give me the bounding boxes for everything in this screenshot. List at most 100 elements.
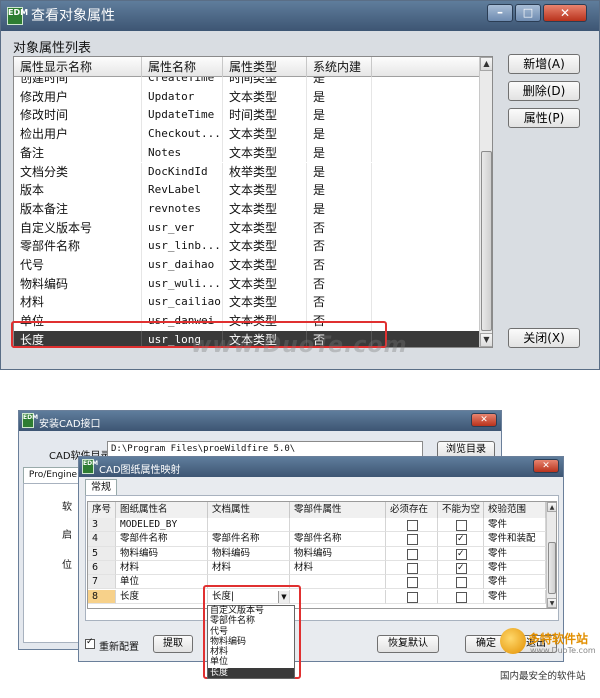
must-exist-checkbox[interactable] (407, 577, 418, 589)
not-null-cell[interactable] (438, 532, 484, 547)
dropdown-option[interactable]: 代号 (208, 627, 294, 637)
cell-part[interactable]: 零部件名称 (290, 532, 386, 547)
doc-attr-dropdown-list[interactable]: 自定义版本号 零部件名称 代号 物料编码 材料 单位 长度 (207, 605, 295, 679)
not-null-checkbox[interactable] (456, 520, 467, 531)
cell-name[interactable]: 零部件名称 (116, 532, 208, 547)
list-row[interactable]: 修改时间 UpdateTime 时间类型是 (14, 106, 479, 126)
title-bar-2[interactable]: EDM 安装CAD接口 ✕ (19, 411, 501, 431)
not-null-checkbox[interactable] (456, 561, 467, 574)
not-null-checkbox[interactable] (456, 577, 467, 589)
list-row[interactable]: 零部件名称 usr_linb... 文本类型否 (14, 237, 479, 256)
must-exist-checkbox[interactable] (407, 562, 418, 574)
maximize-button[interactable]: □ (515, 4, 541, 22)
vertical-scrollbar[interactable]: ▲ ▼ (479, 57, 492, 347)
restore-default-button[interactable]: 恢复默认 (377, 635, 439, 653)
tab-pro-engineer[interactable]: Pro/Engine (23, 467, 83, 483)
title-bar[interactable]: EDM 查看对象属性 – □ ✕ (1, 1, 599, 31)
not-null-checkbox[interactable] (456, 532, 467, 546)
col-display-name[interactable]: 属性显示名称 (14, 57, 142, 77)
col-attr-name[interactable]: 属性名称 (142, 57, 223, 77)
not-null-cell[interactable] (438, 546, 484, 561)
not-null-cell[interactable] (438, 575, 484, 590)
must-exist-checkbox[interactable] (407, 520, 418, 531)
not-null-checkbox[interactable] (456, 591, 467, 603)
cell-range[interactable]: 零件和装配 (484, 532, 546, 547)
cell-part[interactable] (290, 589, 386, 604)
list-row[interactable]: 自定义版本号 usr_ver 文本类型否 (14, 218, 479, 238)
must-exist-cell[interactable] (386, 518, 438, 533)
scroll-up-icon[interactable]: ▲ (480, 57, 492, 71)
cell-range[interactable]: 零件 (484, 546, 546, 561)
cell-range[interactable]: 零件 (484, 575, 546, 590)
cell-name[interactable]: 物料编码 (116, 546, 208, 561)
mapping-row[interactable]: 4零部件名称零部件名称零部件名称零件和装配 (88, 532, 546, 547)
attribute-list[interactable]: 属性显示名称 属性名称 属性类型 系统内建 创建时间 CreateTime 时间类型… (13, 56, 493, 348)
dropdown-option[interactable]: 材料 (208, 647, 294, 657)
close-window-button-2[interactable]: ✕ (471, 413, 497, 427)
must-exist-checkbox[interactable] (407, 534, 418, 546)
list-row[interactable]: 材料 usr_cailiao 文本类型否 (14, 293, 479, 313)
must-exist-checkbox[interactable] (407, 548, 418, 560)
list-row[interactable]: 物料编码 usr_wuli... 文本类型否 (14, 274, 479, 294)
close-window-button[interactable]: ✕ (543, 4, 587, 22)
scroll-thumb[interactable] (481, 151, 492, 331)
dropdown-option[interactable]: 物料编码 (208, 637, 294, 647)
close-window-button-3[interactable]: ✕ (533, 459, 559, 473)
list-row[interactable]: 备注 Notes 文本类型是 (14, 143, 479, 163)
must-exist-cell[interactable] (386, 575, 438, 590)
not-null-cell[interactable] (438, 518, 484, 533)
list-row[interactable]: 创建时间 CreateTime 时间类型是 (14, 77, 479, 88)
minimize-button[interactable]: – (487, 4, 513, 22)
mapping-scroll-thumb[interactable] (548, 542, 556, 594)
cell-part[interactable]: 物料编码 (290, 546, 386, 561)
cell-name[interactable]: 材料 (116, 560, 208, 576)
dropdown-option[interactable]: 自定义版本号 (208, 606, 294, 616)
mapping-row[interactable]: 5物料编码物料编码物料编码零件 (88, 546, 546, 561)
list-row[interactable]: 代号 usr_daihao 文本类型否 (14, 256, 479, 275)
dropdown-option[interactable]: 零部件名称 (208, 616, 294, 626)
add-button[interactable]: 新增(A) (508, 54, 580, 74)
must-exist-checkbox[interactable] (407, 591, 418, 603)
scroll-down-icon[interactable]: ▼ (480, 333, 492, 347)
not-null-cell[interactable] (438, 560, 484, 576)
cell-part[interactable] (290, 575, 386, 590)
cell-part[interactable]: 材料 (290, 560, 386, 576)
mapping-scroll-down-icon[interactable]: ▼ (547, 598, 556, 608)
cell-name[interactable]: 长度 (116, 589, 208, 604)
cell-doc[interactable]: 物料编码 (208, 546, 290, 561)
cell-name[interactable]: 单位 (116, 575, 208, 590)
must-exist-cell[interactable] (386, 532, 438, 547)
list-row[interactable]: 修改用户 Updator 文本类型是 (14, 87, 479, 107)
mapping-row[interactable]: 3 MODELED_BY 零件 (88, 518, 546, 533)
cell-range[interactable]: 零件 (484, 589, 546, 604)
must-exist-cell[interactable] (386, 589, 438, 604)
list-row[interactable]: 文档分类 DocKindId 枚举类型是 (14, 162, 479, 182)
mapping-row[interactable]: 8 长度 长度| 零件 ▼ (88, 589, 546, 604)
delete-button[interactable]: 删除(D) (508, 81, 580, 101)
extract-button[interactable]: 提取 (153, 635, 193, 653)
list-row[interactable]: 版本 RevLabel 文本类型是 (14, 181, 479, 200)
mapping-scroll-up-icon[interactable]: ▲ (547, 502, 556, 512)
col-builtin[interactable]: 系统内建 (307, 57, 372, 77)
dropdown-option[interactable]: 长度 (208, 667, 294, 679)
must-exist-cell[interactable] (386, 546, 438, 561)
reconfigure-checkbox[interactable]: ✓ (85, 637, 95, 649)
cell-range[interactable]: 零件 (484, 518, 546, 533)
dropdown-option[interactable]: 单位 (208, 657, 294, 667)
cell-part[interactable] (290, 518, 386, 533)
cell-doc[interactable]: 零部件名称 (208, 532, 290, 547)
title-bar-3[interactable]: EDM CAD图纸属性映射 ✕ (79, 457, 563, 477)
col-attr-type[interactable]: 属性类型 (223, 57, 307, 77)
close-button[interactable]: 关闭(X) (508, 328, 580, 348)
mapping-row[interactable]: 6材料材料材料零件 (88, 560, 546, 576)
not-null-cell[interactable] (438, 589, 484, 604)
tab-general[interactable]: 常规 (85, 479, 117, 495)
list-row[interactable]: 检出用户 Checkout... 文本类型是 (14, 125, 479, 144)
cell-name[interactable]: MODELED_BY (116, 518, 208, 533)
cell-doc[interactable] (208, 518, 290, 533)
mapping-scrollbar[interactable]: ▲ ▼ (546, 502, 556, 608)
mapping-row[interactable]: 7 单位 零件 (88, 575, 546, 590)
cell-range[interactable]: 零件 (484, 560, 546, 576)
mapping-table[interactable]: 序号 图纸属性名 文档属性 零部件属性 必须存在 不能为空 校验范围 3 MODE… (87, 501, 557, 609)
not-null-checkbox[interactable] (456, 547, 467, 560)
